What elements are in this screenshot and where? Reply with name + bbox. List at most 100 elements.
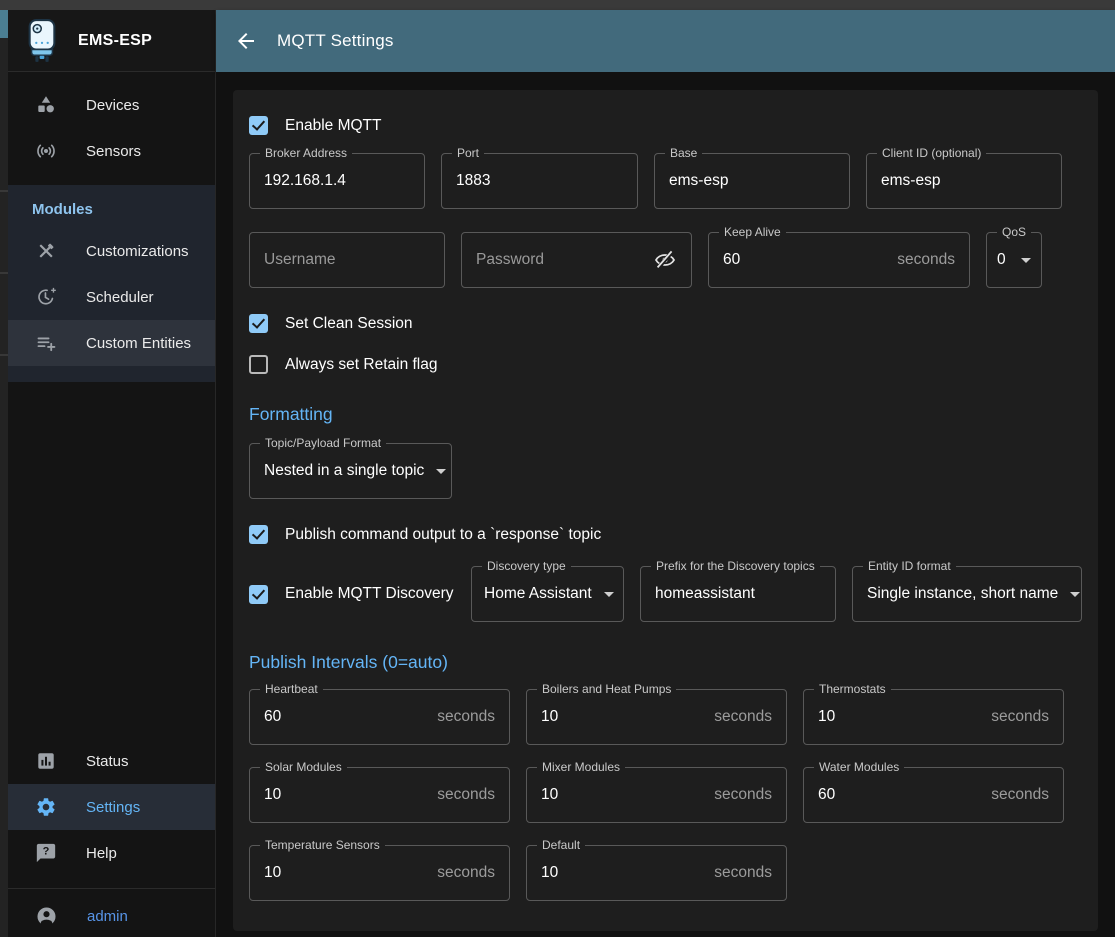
heartbeat-field: Heartbeat seconds	[249, 689, 510, 745]
sidebar-item-status[interactable]: Status	[8, 738, 215, 784]
default-interval-input[interactable]	[541, 864, 706, 882]
sidebar-item-sensors[interactable]: Sensors	[8, 128, 215, 174]
sidebar-item-customizations[interactable]: Customizations	[8, 228, 215, 274]
entity-format-label: Entity ID format	[863, 559, 956, 573]
sidebar-item-devices[interactable]: Devices	[8, 82, 215, 128]
client-id-label: Client ID (optional)	[877, 146, 986, 160]
sidebar-item-label: Settings	[86, 799, 140, 816]
discovery-prefix-input[interactable]	[655, 585, 821, 603]
discovery-type-select[interactable]: Discovery type Home Assistant	[471, 566, 624, 622]
enable-mqtt-checkbox[interactable]	[249, 116, 268, 135]
more-time-icon	[35, 286, 57, 308]
sensors-icon	[35, 140, 57, 162]
mqtt-discovery-checkbox[interactable]	[249, 585, 268, 604]
sidebar-user[interactable]: admin	[8, 889, 215, 937]
discovery-prefix-field: Prefix for the Discovery topics	[640, 566, 836, 622]
mqtt-settings-card: Enable MQTT Broker Address Port Base	[233, 90, 1098, 931]
app-brand: EMS-ESP	[78, 32, 152, 50]
keep-alive-label: Keep Alive	[719, 225, 786, 239]
entity-format-select[interactable]: Entity ID format Single instance, short …	[852, 566, 1082, 622]
chevron-down-icon	[604, 592, 614, 597]
water-modules-field: Water Modules seconds	[803, 767, 1064, 823]
boilers-input[interactable]	[541, 708, 706, 726]
sidebar-modules-section: Modules Customizations Scheduler	[8, 185, 215, 382]
retain-flag-checkbox[interactable]	[249, 355, 268, 374]
temperature-sensors-input[interactable]	[264, 864, 429, 882]
password-field	[461, 232, 692, 288]
temperature-sensors-field: Temperature Sensors seconds	[249, 845, 510, 901]
chevron-down-icon	[1070, 592, 1080, 597]
sidebar-item-label: Customizations	[86, 243, 189, 260]
window-top-edge	[0, 0, 1115, 10]
sidebar-item-label: Help	[86, 845, 117, 862]
svg-text:?: ?	[43, 845, 50, 857]
password-input[interactable]	[476, 251, 653, 269]
qos-label: QoS	[997, 225, 1031, 239]
sidebar-item-custom-entities[interactable]: Custom Entities	[8, 320, 215, 366]
retain-flag-row: Always set Retain flag	[249, 355, 1082, 374]
formatting-heading: Formatting	[249, 404, 1082, 425]
boilers-field: Boilers and Heat Pumps seconds	[526, 689, 787, 745]
water-modules-input[interactable]	[818, 786, 983, 804]
sidebar-item-label: Devices	[86, 97, 139, 114]
sidebar-item-label: Scheduler	[86, 289, 154, 306]
window-left-edge	[0, 10, 8, 937]
help-bubble-icon: ?	[35, 842, 57, 864]
account-circle-icon	[35, 905, 58, 928]
default-interval-field: Default seconds	[526, 845, 787, 901]
solar-modules-field: Solar Modules seconds	[249, 767, 510, 823]
retain-flag-label: Always set Retain flag	[285, 356, 438, 374]
mixer-modules-field: Mixer Modules seconds	[526, 767, 787, 823]
mixer-modules-input[interactable]	[541, 786, 706, 804]
clean-session-checkbox[interactable]	[249, 314, 268, 333]
visibility-off-icon[interactable]	[653, 248, 677, 272]
publish-intervals-grid: Heartbeat seconds Boilers and Heat Pumps…	[249, 689, 1082, 901]
clean-session-row: Set Clean Session	[249, 314, 1082, 333]
enable-mqtt-label: Enable MQTT	[285, 117, 381, 135]
port-input[interactable]	[456, 172, 623, 190]
chevron-down-icon	[436, 469, 446, 474]
construction-icon	[35, 240, 57, 262]
mqtt-discovery-row: Enable MQTT Discovery	[249, 585, 455, 604]
publish-response-label: Publish command output to a `response` t…	[285, 526, 601, 544]
heartbeat-input[interactable]	[264, 708, 429, 726]
sidebar-item-help[interactable]: ? Help	[8, 830, 215, 876]
back-arrow-icon[interactable]	[234, 29, 258, 53]
topic-format-value: Nested in a single topic	[264, 462, 424, 480]
sidebar-bottom-nav: Status Settings ? Help	[8, 738, 215, 876]
discovery-type-label: Discovery type	[482, 559, 571, 573]
port-field: Port	[441, 153, 638, 209]
sidebar-header: EMS-ESP	[8, 10, 215, 72]
sidebar-item-settings[interactable]: Settings	[8, 784, 215, 830]
broker-address-input[interactable]	[264, 172, 410, 190]
playlist-add-icon	[35, 332, 57, 354]
base-input[interactable]	[669, 172, 835, 190]
publish-intervals-heading: Publish Intervals (0=auto)	[249, 652, 1082, 673]
client-id-input[interactable]	[881, 172, 1047, 190]
qos-select[interactable]: QoS 0	[986, 232, 1042, 288]
thermostats-input[interactable]	[818, 708, 983, 726]
keep-alive-input[interactable]	[723, 251, 889, 269]
username-field	[249, 232, 445, 288]
solar-modules-input[interactable]	[264, 786, 429, 804]
sidebar: EMS-ESP Devices Sensors Modules	[8, 10, 216, 937]
appbar: MQTT Settings	[216, 10, 1115, 72]
clean-session-label: Set Clean Session	[285, 315, 413, 333]
boiler-logo-icon	[23, 18, 61, 64]
topic-format-select[interactable]: Topic/Payload Format Nested in a single …	[249, 443, 452, 499]
page-title: MQTT Settings	[277, 31, 394, 51]
category-icon	[35, 94, 57, 116]
username-input[interactable]	[264, 251, 430, 269]
gear-icon	[35, 796, 57, 818]
entity-format-value: Single instance, short name	[867, 585, 1058, 603]
enable-mqtt-row: Enable MQTT	[249, 116, 1082, 135]
chevron-down-icon	[1021, 258, 1031, 263]
window-left-edge-accent	[0, 10, 8, 38]
base-field: Base	[654, 153, 850, 209]
keep-alive-field: Keep Alive seconds	[708, 232, 970, 288]
sidebar-item-scheduler[interactable]: Scheduler	[8, 274, 215, 320]
publish-response-checkbox[interactable]	[249, 525, 268, 544]
sidebar-item-label: Custom Entities	[86, 335, 191, 352]
content-area: Enable MQTT Broker Address Port Base	[216, 72, 1115, 937]
mqtt-discovery-label: Enable MQTT Discovery	[285, 585, 454, 603]
